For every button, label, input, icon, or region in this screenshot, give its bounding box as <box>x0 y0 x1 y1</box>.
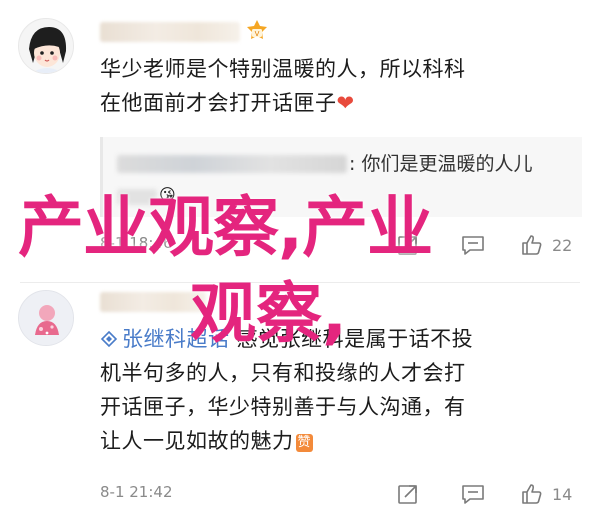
share-button[interactable] <box>396 479 420 509</box>
avatar-cartoon-icon <box>19 19 73 73</box>
like-button[interactable]: 14 <box>520 479 572 509</box>
heart-emoji: ❤ <box>336 91 355 115</box>
comment-text-line: 在他面前才会打开话匣子❤ <box>100 91 355 115</box>
vip-badge-icon: V <box>244 18 268 42</box>
comment-text-line: 让人一见如故的魅力赞 <box>100 429 314 453</box>
reply-button[interactable] <box>460 479 486 509</box>
comment-text: 华少老师是个特别温暖的人，所以科科 在他面前才会打开话匣子❤ <box>100 52 580 120</box>
username[interactable] <box>100 22 240 42</box>
like-icon <box>522 484 542 504</box>
share-icon <box>398 485 417 504</box>
quoted-text: : 你们是更温暖的人儿 <box>349 153 533 175</box>
comment-meta: 8-1 21:42 14 <box>100 479 584 509</box>
comment-text-line: 机半句多的人，只有和投缘的人才会打 <box>100 361 466 385</box>
comment-text-line: 开话匣子，华少特别善于与人沟通，有 <box>100 395 466 419</box>
overlay-caption: 产业观察,产业 <box>18 189 433 266</box>
overlay-caption-line2: 观察, <box>190 275 348 352</box>
avatar[interactable] <box>18 290 74 346</box>
quoted-username[interactable] <box>117 155 347 173</box>
timestamp: 8-1 21:42 <box>100 483 173 501</box>
avatar[interactable] <box>18 18 74 74</box>
comment-icon <box>462 485 484 504</box>
like-count: 14 <box>552 484 573 504</box>
comment-text-line: 华少老师是个特别温暖的人，所以科科 <box>100 57 466 81</box>
svg-text:V: V <box>255 30 260 38</box>
topic-icon <box>100 330 118 348</box>
avatar-pink-figure-icon <box>19 291 73 345</box>
zan-emoji: 赞 <box>295 434 314 452</box>
